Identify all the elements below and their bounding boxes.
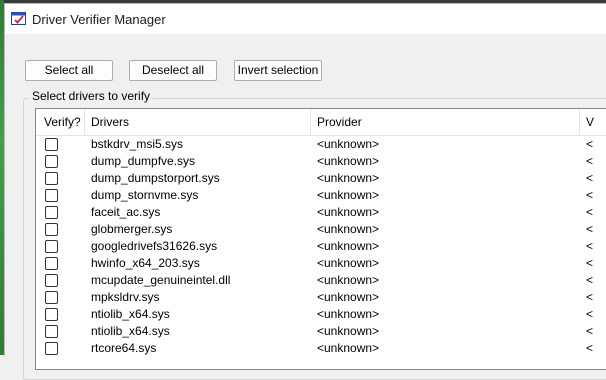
group-label: Select drivers to verify: [29, 89, 154, 103]
table-row[interactable]: googledrivefs31626.sys <unknown> <: [36, 238, 606, 255]
table-row[interactable]: hwinfo_x64_203.sys <unknown> <: [36, 255, 606, 272]
verify-checkbox[interactable]: [45, 342, 58, 355]
driver-name: faceit_ac.sys: [91, 205, 161, 219]
verify-checkbox[interactable]: [45, 155, 58, 168]
driver-verifier-app-icon: [11, 12, 26, 25]
version-value: <: [586, 307, 594, 321]
select-all-button[interactable]: Select all: [25, 60, 113, 81]
table-row[interactable]: dump_stornvme.sys <unknown> <: [36, 187, 606, 204]
driver-name: mcupdate_genuineintel.dll: [91, 273, 231, 287]
table-row[interactable]: mcupdate_genuineintel.dll <unknown> <: [36, 272, 606, 289]
table-row[interactable]: rtcore64.sys <unknown> <: [36, 340, 606, 357]
driver-name: googledrivefs31626.sys: [91, 239, 218, 253]
version-value: <: [586, 256, 594, 270]
table-row[interactable]: globmerger.sys <unknown> <: [36, 221, 606, 238]
table-row[interactable]: ntiolib_x64.sys <unknown> <: [36, 323, 606, 340]
provider-name: <unknown>: [317, 341, 380, 355]
verify-checkbox[interactable]: [45, 189, 58, 202]
verify-checkbox[interactable]: [45, 325, 58, 338]
verify-checkbox[interactable]: [45, 206, 58, 219]
table-row[interactable]: dump_dumpfve.sys <unknown> <: [36, 153, 606, 170]
verify-checkbox[interactable]: [45, 223, 58, 236]
table-row[interactable]: mpksldrv.sys <unknown> <: [36, 289, 606, 306]
driver-name: ntiolib_x64.sys: [91, 324, 170, 338]
table-row[interactable]: dump_dumpstorport.sys <unknown> <: [36, 170, 606, 187]
driver-name: dump_stornvme.sys: [91, 188, 199, 202]
driver-verifier-window: Driver Verifier Manager Select all Desel…: [4, 3, 606, 380]
list-rows: bstkdrv_msi5.sys <unknown> < dump_dumpfve.s…: [36, 136, 606, 357]
table-row[interactable]: faceit_ac.sys <unknown> <: [36, 204, 606, 221]
verify-checkbox[interactable]: [45, 274, 58, 287]
provider-name: <unknown>: [317, 171, 380, 185]
column-header-provider[interactable]: Provider: [311, 109, 580, 135]
version-value: <: [586, 341, 594, 355]
version-value: <: [586, 154, 594, 168]
version-value: <: [586, 273, 594, 287]
table-row[interactable]: bstkdrv_msi5.sys <unknown> <: [36, 136, 606, 153]
driver-list[interactable]: Verify? Drivers Provider V bstkdrv_msi5.…: [35, 108, 606, 370]
provider-name: <unknown>: [317, 324, 380, 338]
list-header: Verify? Drivers Provider V: [36, 109, 606, 136]
provider-name: <unknown>: [317, 154, 380, 168]
verify-checkbox[interactable]: [45, 291, 58, 304]
column-header-verify[interactable]: Verify?: [36, 109, 85, 135]
verify-checkbox[interactable]: [45, 308, 58, 321]
version-value: <: [586, 188, 594, 202]
deselect-all-button[interactable]: Deselect all: [129, 60, 217, 81]
column-header-version[interactable]: V: [580, 109, 606, 135]
provider-name: <unknown>: [317, 239, 380, 253]
provider-name: <unknown>: [317, 256, 380, 270]
provider-name: <unknown>: [317, 307, 380, 321]
version-value: <: [586, 171, 594, 185]
verify-checkbox[interactable]: [45, 257, 58, 270]
version-value: <: [586, 324, 594, 338]
driver-name: hwinfo_x64_203.sys: [91, 256, 200, 270]
version-value: <: [586, 239, 594, 253]
column-header-drivers[interactable]: Drivers: [85, 109, 311, 135]
driver-name: globmerger.sys: [91, 222, 173, 236]
version-value: <: [586, 290, 594, 304]
verify-checkbox[interactable]: [45, 240, 58, 253]
driver-name: dump_dumpfve.sys: [91, 154, 196, 168]
version-value: <: [586, 205, 594, 219]
version-value: <: [586, 222, 594, 236]
provider-name: <unknown>: [317, 205, 380, 219]
provider-name: <unknown>: [317, 290, 380, 304]
title-bar[interactable]: Driver Verifier Manager: [5, 4, 606, 34]
verify-checkbox[interactable]: [45, 172, 58, 185]
driver-name: dump_dumpstorport.sys: [91, 171, 220, 185]
invert-selection-button[interactable]: Invert selection: [234, 60, 322, 81]
version-value: <: [586, 137, 594, 151]
driver-name: mpksldrv.sys: [91, 290, 160, 304]
provider-name: <unknown>: [317, 137, 380, 151]
driver-name: bstkdrv_msi5.sys: [91, 137, 184, 151]
provider-name: <unknown>: [317, 222, 380, 236]
provider-name: <unknown>: [317, 273, 380, 287]
verify-checkbox[interactable]: [45, 138, 58, 151]
window-title: Driver Verifier Manager: [32, 12, 166, 27]
driver-name: rtcore64.sys: [91, 341, 157, 355]
table-row[interactable]: ntiolib_x64.sys <unknown> <: [36, 306, 606, 323]
provider-name: <unknown>: [317, 188, 380, 202]
driver-name: ntiolib_x64.sys: [91, 307, 170, 321]
